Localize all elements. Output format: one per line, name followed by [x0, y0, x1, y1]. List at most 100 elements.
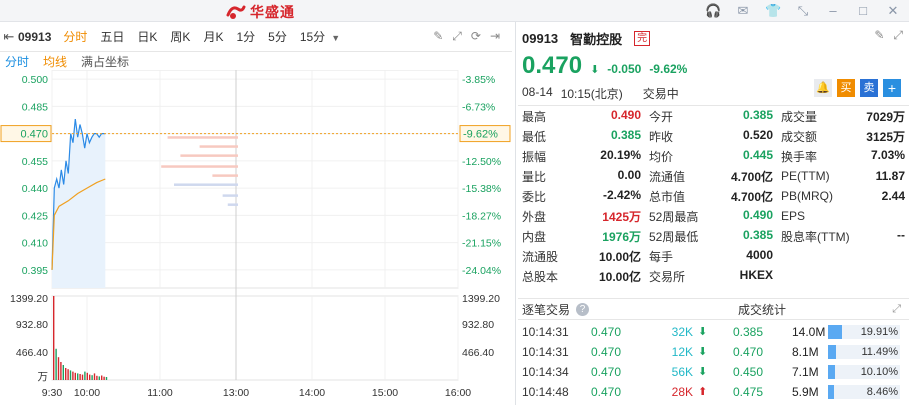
- stat-volume: 14.0M: [792, 325, 826, 339]
- volume-bar: [103, 376, 105, 380]
- pct-tick-label: -21.15%: [462, 238, 501, 250]
- order-depth-bar: [180, 154, 238, 157]
- add-watchlist-button[interactable]: +: [883, 79, 901, 97]
- tab-yuek[interactable]: 月K: [203, 28, 223, 45]
- volume-bar: [62, 364, 64, 380]
- stat-label: 总股本: [522, 269, 559, 284]
- refresh-icon[interactable]: ⟳: [471, 29, 481, 44]
- indicator-fenshi[interactable]: 分时: [5, 53, 29, 70]
- buy-button[interactable]: 买: [837, 79, 855, 97]
- minimize-icon[interactable]: –: [825, 3, 841, 19]
- full-scale-toggle[interactable]: 满占坐标: [81, 53, 129, 70]
- stat-cell: 量比 0.00: [518, 168, 645, 185]
- close-icon[interactable]: ✕: [885, 3, 901, 19]
- trade-volume: 56K: [671, 365, 693, 379]
- stats-row: 委比 -2.42% 总市值 4.700亿 PB(MRQ) 2.44: [518, 186, 909, 206]
- chevron-down-icon: ▼: [331, 33, 341, 43]
- tab-1min[interactable]: 1分: [236, 28, 255, 45]
- time-tick-label: 14:00: [299, 387, 325, 399]
- time-tick-label: 9:30: [42, 387, 63, 399]
- tick-trades-title[interactable]: 逐笔交易: [522, 301, 570, 318]
- stat-label: 均价: [649, 149, 674, 164]
- stat-label: 成交量: [781, 109, 818, 124]
- logo-text: 华盛通: [250, 4, 295, 20]
- volume-bar: [72, 371, 74, 380]
- price-change-pct: -9.62%: [649, 62, 688, 76]
- stat-label: 交易所: [649, 269, 686, 284]
- alert-bell-icon[interactable]: 🔔: [814, 79, 832, 97]
- stat-ratio-fill: [828, 365, 836, 379]
- quote-stock-name: 智勤控股: [570, 32, 623, 47]
- draw-pen-icon[interactable]: ✎: [433, 29, 443, 44]
- tab-15min[interactable]: 15分 ▼: [300, 28, 340, 45]
- volume-bar: [67, 369, 69, 380]
- trade-row: 10:14:48 0.470 28K ⬆ 0.475 5.9M 8.46%: [518, 382, 909, 402]
- pen-icon[interactable]: ✎: [874, 28, 884, 43]
- quote-date: 08-14: [522, 85, 553, 99]
- stats-row: 外盘 1425万 52周最高 0.490 EPS: [518, 206, 909, 226]
- chart-subbar: 分时 均线 满占坐标: [0, 52, 512, 70]
- volume-bar: [93, 373, 96, 380]
- stat-value: 20.19%: [600, 147, 641, 162]
- tab-wuri[interactable]: 五日: [100, 28, 124, 45]
- volume-bar: [77, 373, 79, 380]
- time-tick-label: 15:00: [372, 387, 398, 399]
- pct-tick-label: -6.73%: [462, 101, 495, 113]
- help-icon[interactable]: ?: [576, 302, 590, 316]
- arrow-down-icon: ⬇: [698, 366, 708, 378]
- stat-value: 4.700亿: [730, 189, 773, 204]
- pin-icon[interactable]: ⇤: [0, 29, 18, 45]
- stat-value: 0.520: [742, 127, 773, 142]
- stat-volume: 8.1M: [792, 345, 819, 359]
- logo: 华盛通: [226, 2, 295, 22]
- stat-cell: PE(TTM) 11.87: [777, 169, 909, 183]
- order-depth-bar: [167, 136, 238, 139]
- stat-ratio-pct: 19.91%: [860, 326, 898, 338]
- volume-bar: [98, 376, 100, 380]
- stat-value: 11.87: [875, 169, 905, 183]
- stat-value: 1425万: [602, 209, 641, 224]
- shrink-icon[interactable]: ⤡: [795, 3, 811, 19]
- pct-tick-label: -24.04%: [462, 265, 501, 277]
- intraday-chart[interactable]: 0.500 -3.85% 0.485 -6.73% 0.455 -12.50% 0.440 -…: [0, 70, 512, 405]
- stat-value: -2.42%: [602, 187, 641, 202]
- stats-row: 振幅 20.19% 均价 0.445 换手率 7.03%: [518, 146, 909, 166]
- resize-icon[interactable]: ⤢: [452, 29, 462, 44]
- stat-cell: 每手 4000: [645, 248, 777, 265]
- stat-ratio-pct: 11.49%: [861, 346, 899, 358]
- volume-tick-label: 1399.20: [10, 293, 48, 305]
- stat-ratio-bar: 19.91%: [828, 325, 900, 339]
- stat-label: 今开: [649, 109, 674, 124]
- collapse-right-icon[interactable]: ⇥: [490, 29, 500, 44]
- trade-row: 10:14:31 0.470 32K ⬇ 0.385 14.0M 19.91%: [518, 322, 909, 342]
- stat-value: 7029万: [866, 109, 905, 124]
- tab-rik[interactable]: 日K: [137, 28, 157, 45]
- trades-header: 逐笔交易 ? 成交统计 ⤢: [518, 298, 909, 320]
- panel-divider[interactable]: [515, 22, 516, 405]
- maximize-icon[interactable]: □: [855, 3, 871, 19]
- tab-5min[interactable]: 5分: [268, 28, 287, 45]
- time-tick-label: 11:00: [147, 387, 173, 399]
- stat-label: 量比: [522, 169, 547, 184]
- trade-time: 10:14:34: [522, 365, 569, 379]
- trade-stats-title[interactable]: 成交统计: [738, 301, 786, 318]
- sell-button[interactable]: 卖: [860, 79, 878, 97]
- order-depth-bar: [227, 203, 238, 206]
- shirt-icon[interactable]: 👕: [765, 3, 781, 19]
- tab-zhouk[interactable]: 周K: [170, 28, 190, 45]
- stat-ratio-fill: [828, 345, 837, 359]
- stat-ratio-fill: [828, 385, 835, 399]
- order-depth-bar: [212, 174, 238, 177]
- indicator-junxian[interactable]: 均线: [43, 53, 67, 70]
- mail-icon[interactable]: ✉: [735, 3, 751, 19]
- stat-ratio-bar: 8.46%: [828, 385, 900, 399]
- stat-label: 振幅: [522, 149, 547, 164]
- stat-cell: 流通股 10.00亿: [518, 248, 645, 265]
- expand-icon[interactable]: ⤢: [892, 303, 901, 316]
- stat-label: 外盘: [522, 209, 547, 224]
- tab-fenshi[interactable]: 分时: [63, 28, 87, 45]
- volume-tick-label-right: 932.80: [462, 319, 494, 331]
- expand-icon[interactable]: ⤢: [893, 28, 903, 43]
- headset-icon[interactable]: 🎧: [705, 3, 721, 19]
- stat-value: 0.385: [742, 107, 773, 122]
